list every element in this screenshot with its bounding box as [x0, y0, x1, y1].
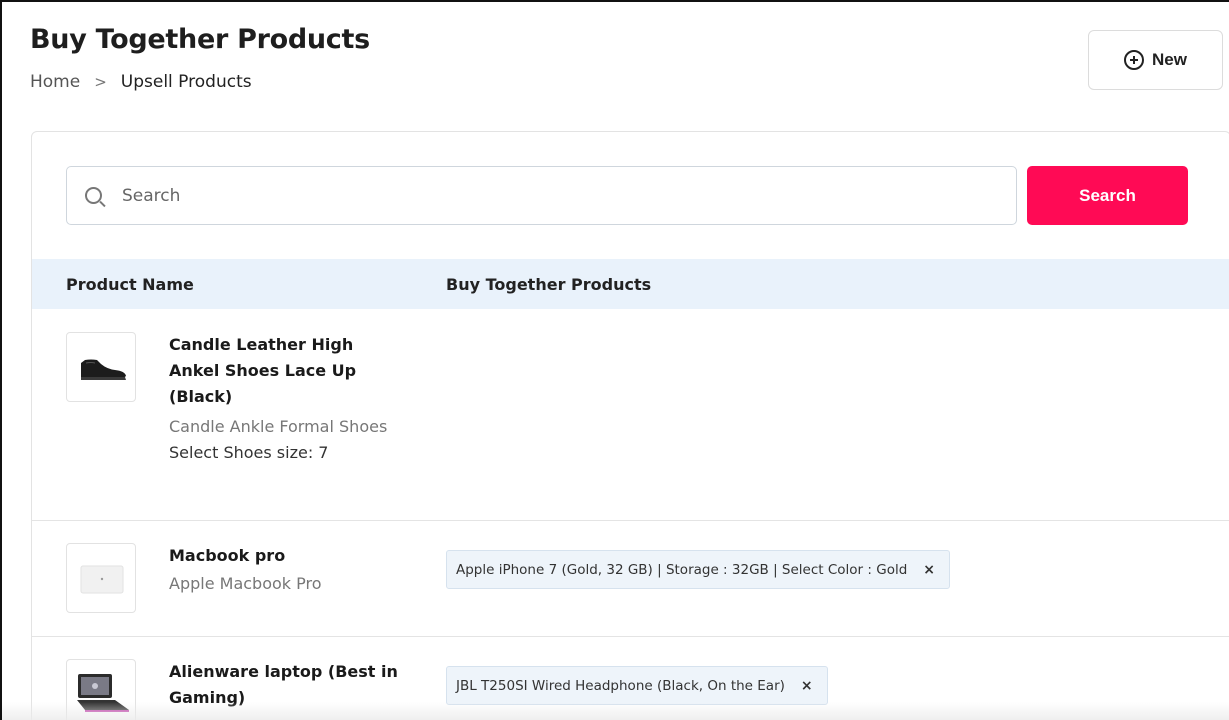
product-subtitle: Candle Ankle Formal Shoes — [169, 417, 388, 436]
breadcrumb-chevron-icon: > — [94, 73, 107, 91]
search-button[interactable]: Search — [1027, 166, 1188, 225]
table-row: Candle Leather High Ankel Shoes Lace Up … — [32, 309, 1229, 521]
breadcrumb-home-link[interactable]: Home — [30, 72, 80, 92]
search-input[interactable] — [122, 185, 922, 206]
product-name[interactable]: Candle Leather High Ankel Shoes Lace Up … — [169, 332, 399, 410]
column-header-buy-together: Buy Together Products — [446, 274, 652, 294]
laptop-image — [80, 565, 124, 594]
column-header-product-name: Product Name — [66, 274, 194, 294]
buy-together-tag: Apple iPhone 7 (Gold, 32 GB) | Storage :… — [446, 550, 951, 589]
product-thumbnail[interactable] — [66, 332, 136, 402]
product-info: Candle Leather High Ankel Shoes Lace Up … — [169, 332, 399, 466]
buy-together-tag-label: Apple iPhone 7 (Gold, 32 GB) | Storage :… — [456, 561, 908, 578]
new-button[interactable]: New — [1088, 30, 1223, 90]
bottom-shadow — [2, 702, 1229, 720]
plus-circle-icon — [1124, 50, 1145, 70]
buy-together-tag: JBL T250SI Wired Headphone (Black, On th… — [446, 666, 828, 705]
new-button-label: New — [1152, 50, 1187, 69]
breadcrumb-current: Upsell Products — [120, 72, 252, 92]
product-variant: Select Shoes size: 7 — [169, 443, 329, 462]
table-header: Product Name Buy Together Products — [32, 259, 1229, 309]
page-title: Buy Together Products — [30, 24, 370, 55]
table-row: Macbook pro Apple Macbook Pro Apple iPho… — [32, 521, 1229, 637]
page-frame: Buy Together Products Home > Upsell Prod… — [0, 0, 1229, 720]
remove-tag-close-icon[interactable]: × — [923, 562, 935, 578]
product-info: Macbook pro Apple Macbook Pro — [169, 543, 399, 597]
black-shoe-image — [81, 359, 126, 380]
product-thumbnail[interactable] — [66, 543, 136, 613]
breadcrumb: Home > Upsell Products — [30, 72, 252, 92]
buy-together-tag-label: JBL T250SI Wired Headphone (Black, On th… — [456, 677, 785, 694]
product-subtitle: Apple Macbook Pro — [169, 574, 322, 593]
search-icon — [85, 187, 102, 204]
products-card: Search Product Name Buy Together Product… — [31, 131, 1229, 720]
product-name[interactable]: Macbook pro — [169, 543, 399, 569]
search-box — [66, 166, 1017, 225]
remove-tag-close-icon[interactable]: × — [801, 678, 813, 694]
